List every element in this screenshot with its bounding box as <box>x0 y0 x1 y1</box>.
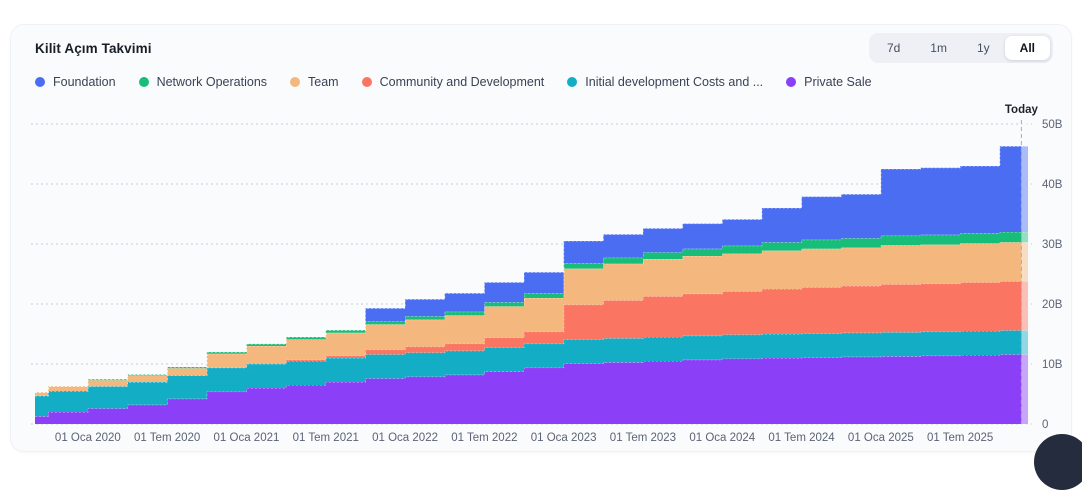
svg-text:01 Oca 2020: 01 Oca 2020 <box>55 432 121 444</box>
svg-text:01 Tem 2022: 01 Tem 2022 <box>451 432 517 444</box>
legend-item-team[interactable]: Team <box>290 75 339 89</box>
chart-legend: Foundation Network Operations Team Communit… <box>11 63 1071 89</box>
legend-dot-community_development <box>362 77 372 87</box>
legend-label: Network Operations <box>157 75 267 89</box>
range-button-1y[interactable]: 1y <box>962 36 1005 60</box>
legend-item-network_operations[interactable]: Network Operations <box>139 75 267 89</box>
svg-text:01 Oca 2021: 01 Oca 2021 <box>214 432 280 444</box>
svg-text:01 Tem 2020: 01 Tem 2020 <box>134 432 200 444</box>
unlock-chart-svg[interactable]: 0 10B 20B 30B 40B 50BToday 01 Oca 2020 01 Tem 2… <box>0 100 1082 452</box>
legend-label: Private Sale <box>804 75 871 89</box>
legend-label: Initial development Costs and ... <box>585 75 763 89</box>
svg-text:10B: 10B <box>1042 359 1063 371</box>
legend-dot-private_sale <box>786 77 796 87</box>
svg-text:20B: 20B <box>1042 299 1063 311</box>
svg-text:0: 0 <box>1042 419 1048 431</box>
range-button-7d[interactable]: 7d <box>872 36 915 60</box>
legend-dot-foundation <box>35 77 45 87</box>
legend-label: Foundation <box>53 75 116 89</box>
future-fade-overlay <box>1021 118 1028 426</box>
range-button-all[interactable]: All <box>1005 36 1050 60</box>
stacked-areas <box>35 146 1028 424</box>
legend-item-community_development[interactable]: Community and Development <box>362 75 545 89</box>
range-button-group: 7d1m1yAll <box>869 33 1053 63</box>
svg-text:01 Tem 2025: 01 Tem 2025 <box>927 432 993 444</box>
legend-label: Team <box>308 75 339 89</box>
svg-text:01 Oca 2022: 01 Oca 2022 <box>372 432 438 444</box>
legend-item-initial_development[interactable]: Initial development Costs and ... <box>567 75 763 89</box>
svg-text:01 Tem 2021: 01 Tem 2021 <box>293 432 359 444</box>
page-title: Kilit Açım Takvimi <box>35 41 152 56</box>
x-axis-labels: 01 Oca 2020 01 Tem 2020 01 Oca 2021 01 Tem … <box>55 432 993 444</box>
unlock-chart[interactable]: 0 10B 20B 30B 40B 50BToday 01 Oca 2020 01 Tem 2… <box>0 100 1082 452</box>
svg-text:50B: 50B <box>1042 119 1063 131</box>
svg-text:01 Oca 2025: 01 Oca 2025 <box>848 432 914 444</box>
chat-fab-button[interactable] <box>1034 434 1082 490</box>
y-axis-labels: 0 10B 20B 30B 40B 50B <box>1042 119 1063 431</box>
legend-item-foundation[interactable]: Foundation <box>35 75 116 89</box>
svg-text:01 Tem 2023: 01 Tem 2023 <box>610 432 676 444</box>
legend-dot-initial_development <box>567 77 577 87</box>
card-header: Kilit Açım Takvimi 7d1m1yAll <box>11 25 1071 63</box>
svg-text:01 Oca 2024: 01 Oca 2024 <box>689 432 755 444</box>
legend-label: Community and Development <box>380 75 545 89</box>
svg-text:40B: 40B <box>1042 179 1063 191</box>
range-button-1m[interactable]: 1m <box>915 36 962 60</box>
legend-dot-network_operations <box>139 77 149 87</box>
svg-text:01 Oca 2023: 01 Oca 2023 <box>531 432 597 444</box>
today-label: Today <box>1005 104 1039 116</box>
legend-dot-team <box>290 77 300 87</box>
svg-text:01 Tem 2024: 01 Tem 2024 <box>768 432 835 444</box>
legend-item-private_sale[interactable]: Private Sale <box>786 75 871 89</box>
svg-text:30B: 30B <box>1042 239 1063 251</box>
